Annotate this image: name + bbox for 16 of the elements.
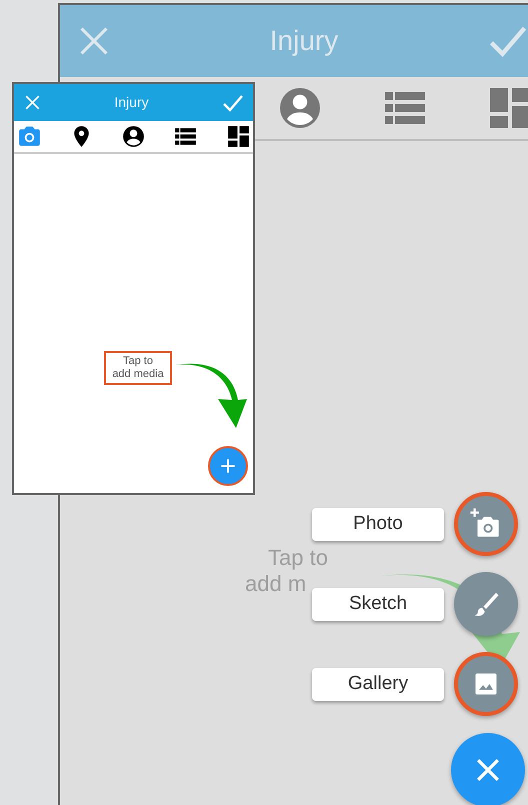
close-icon [475,757,501,783]
arrow-icon [174,362,249,429]
fab-label: Photo [312,508,444,540]
window-title: Injury [268,24,340,58]
person-icon [121,124,146,149]
add-button[interactable] [208,446,248,486]
tab[interactable] [225,124,251,150]
fab-label: Gallery [312,668,444,700]
close-icon [24,94,40,111]
camera-icon [16,124,42,149]
dashboard-icon [226,124,250,149]
callout-text: Tap to add media [104,351,172,385]
plus-icon [219,457,237,475]
tab[interactable] [120,124,146,150]
fab-label: Sketch [312,588,444,620]
screen-title: Injury [113,93,150,112]
